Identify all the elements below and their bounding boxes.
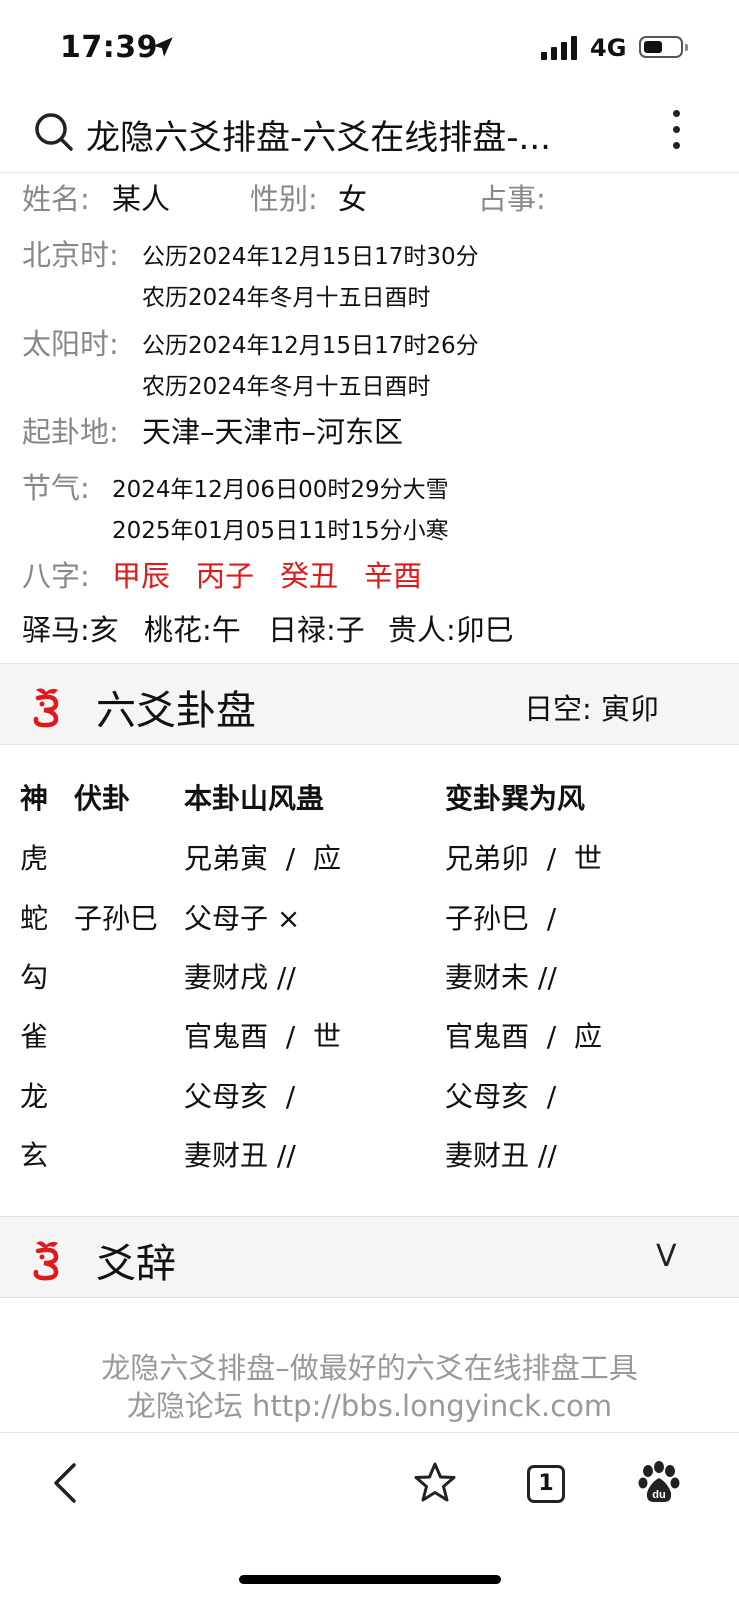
row-6-ben: 妻财丑 // <box>184 1139 296 1172</box>
svg-text:du: du <box>652 1489 665 1501</box>
footer-slogan: 龙隐六爻排盘–做最好的六爻在线排盘工具 <box>101 1351 638 1385</box>
row-5-shen: 龙 <box>20 1080 49 1113</box>
guapan-section-header: 六爻卦盘 日空: 寅卯 <box>0 663 739 745</box>
dragon-logo-icon <box>33 1241 59 1281</box>
browser-address-bar[interactable]: 龙隐六爻排盘-六爻在线排盘-... <box>0 92 739 173</box>
header-bengua: 本卦山风蛊 <box>184 782 325 815</box>
place-label: 起卦地: <box>22 415 119 449</box>
more-menu-icon[interactable] <box>668 110 684 156</box>
footer-forum-link[interactable]: 龙隐论坛 http://bbs.longyinck.com <box>0 1383 739 1425</box>
row-1-shen: 虎 <box>20 842 49 875</box>
shensha-rilu: 日禄:子 <box>268 613 365 647</box>
bookmark-star-icon[interactable] <box>412 1461 458 1505</box>
row-6-bian: 妻财丑 // <box>445 1139 557 1172</box>
matter-label: 占事: <box>478 182 546 216</box>
row-3-bian: 妻财未 // <box>445 961 557 994</box>
bazi-year: 甲辰 <box>112 559 171 593</box>
bazi-month: 丙子 <box>196 559 255 593</box>
beijing-time-label: 北京时: <box>22 238 119 272</box>
beijing-solar-date: 公历2024年12月15日17时30分 <box>142 244 479 270</box>
solar-time-lunar-date: 农历2024年冬月十五日酉时 <box>142 374 431 400</box>
network-type: 4G <box>590 34 627 62</box>
gender-value: 女 <box>338 182 368 216</box>
header-fugua: 伏卦 <box>74 782 131 815</box>
home-indicator <box>239 1575 501 1584</box>
baidu-paw-icon[interactable]: du <box>638 1461 680 1505</box>
row-2-shen: 蛇 <box>20 902 49 935</box>
row-2-fu: 子孙巳 <box>74 902 159 935</box>
row-4-shen: 雀 <box>20 1020 49 1053</box>
name-value: 某人 <box>112 182 171 216</box>
row-3-ben: 妻财戌 // <box>184 961 296 994</box>
location-arrow-icon <box>153 37 173 57</box>
place-value: 天津–天津市–河东区 <box>142 415 404 449</box>
row-2-ben: 父母子 × <box>184 902 301 935</box>
shensha-guiren: 贵人:卯巳 <box>388 613 514 647</box>
search-icon[interactable] <box>34 112 74 152</box>
battery-icon <box>639 36 688 58</box>
row-3-shen: 勾 <box>20 961 49 994</box>
row-6-shen: 玄 <box>20 1139 49 1172</box>
bazi-day: 癸丑 <box>280 559 339 593</box>
solar-time-label: 太阳时: <box>22 327 119 361</box>
expand-chevron-icon[interactable]: V <box>656 1239 677 1274</box>
signal-icon <box>541 36 577 60</box>
jieqi-label: 节气: <box>22 471 90 505</box>
row-4-ben: 官鬼酉 / 世 <box>184 1020 342 1053</box>
status-time: 17:39 <box>60 30 158 65</box>
row-2-bian: 子孙巳 / <box>445 902 557 935</box>
bazi-hour: 辛酉 <box>364 559 423 593</box>
row-1-ben: 兄弟寅 / 应 <box>184 842 342 875</box>
header-shen: 神 <box>20 782 49 815</box>
back-icon[interactable] <box>50 1461 80 1505</box>
jieqi-date-2: 2025年01月05日11时15分小寒 <box>112 518 449 544</box>
header-biangua: 变卦巽为风 <box>445 782 586 815</box>
status-bar: 17:39 4G <box>0 0 739 92</box>
beijing-lunar-date: 农历2024年冬月十五日酉时 <box>142 285 431 311</box>
solar-time-solar-date: 公历2024年12月15日17时26分 <box>142 333 479 359</box>
guapan-title: 六爻卦盘 <box>96 688 256 734</box>
row-4-bian: 官鬼酉 / 应 <box>445 1020 603 1053</box>
row-1-bian: 兄弟卯 / 世 <box>445 842 603 875</box>
jieqi-date-1: 2024年12月06日00时29分大雪 <box>112 477 449 503</box>
bazi-label: 八字: <box>22 559 90 593</box>
page-title[interactable]: 龙隐六爻排盘-六爻在线排盘-... <box>86 110 606 159</box>
yaoci-title: 爻辞 <box>96 1241 176 1287</box>
row-5-ben: 父母亥 / <box>184 1080 296 1113</box>
dragon-logo-icon <box>33 688 59 728</box>
rikong-value: 日空: 寅卯 <box>524 692 659 726</box>
shensha-taohua: 桃花:午 <box>144 613 241 647</box>
row-5-bian: 父母亥 / <box>445 1080 557 1113</box>
shensha-yima: 驿马:亥 <box>22 613 119 647</box>
tabs-button[interactable]: 1 <box>527 1465 565 1503</box>
gender-label: 性别: <box>250 182 318 216</box>
yaoci-section-header[interactable]: 爻辞 V <box>0 1216 739 1298</box>
name-label: 姓名: <box>22 182 90 216</box>
